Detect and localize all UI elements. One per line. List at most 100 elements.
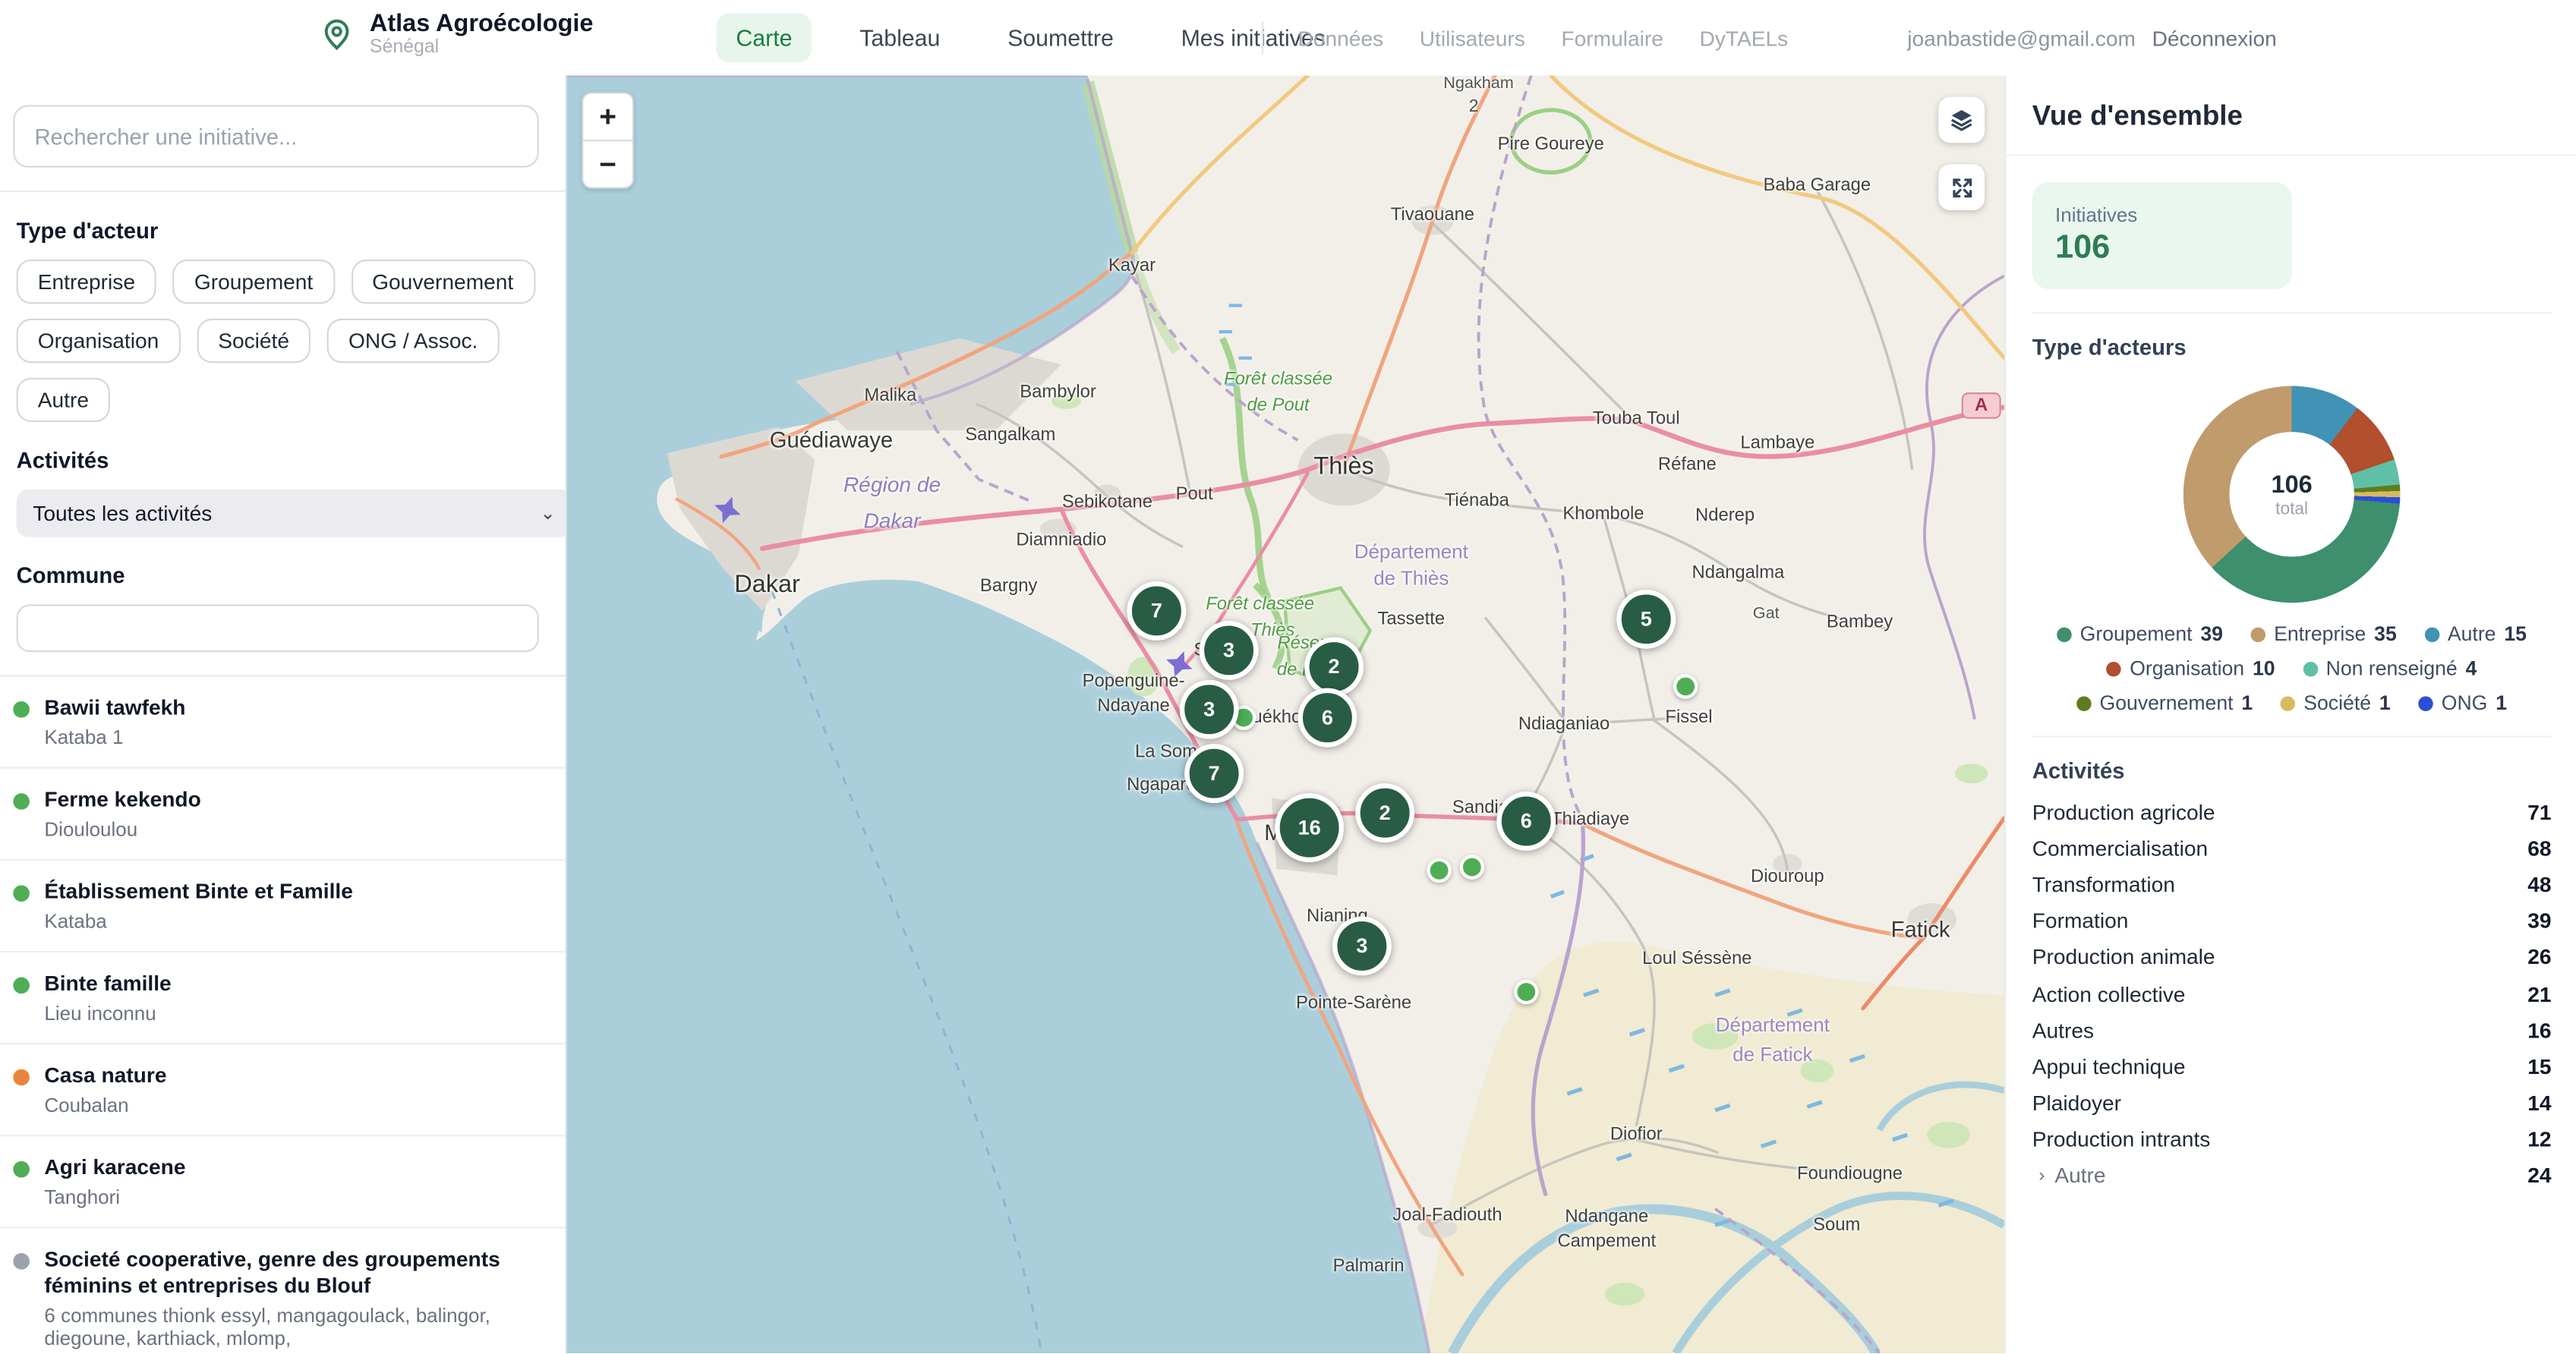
- chevron-down-icon: ⌄: [540, 502, 555, 524]
- activity-label: Formation: [2032, 908, 2129, 933]
- app-subtitle: Sénégal: [370, 38, 594, 59]
- legend-label: Non renseigné: [2326, 657, 2458, 680]
- activity-value: 16: [2527, 1018, 2551, 1042]
- chevron-right-icon: ›: [2038, 1166, 2045, 1186]
- initiative-name: Societé cooperative, genre des groupemen…: [44, 1246, 528, 1299]
- initiative-marker[interactable]: [1514, 980, 1538, 1004]
- activities-label: Activités: [17, 449, 549, 473]
- initiative-marker[interactable]: [1673, 674, 1698, 698]
- legend-item-groupement: Groupement39: [2057, 622, 2223, 645]
- legend-label: ONG: [2442, 691, 2488, 714]
- marker-cluster-3[interactable]: 3: [1332, 916, 1392, 975]
- initiative-list-item[interactable]: Agri karacene Tanghori: [0, 1136, 565, 1228]
- marker-cluster-3[interactable]: 3: [1200, 621, 1259, 680]
- initiative-marker[interactable]: [1427, 858, 1451, 883]
- activity-row: Transformation48: [2032, 866, 2552, 902]
- marker-cluster-6[interactable]: 6: [1496, 792, 1556, 851]
- initiative-name: Bawii tawfekh: [44, 694, 528, 721]
- status-dot-gray: [13, 1253, 30, 1270]
- map-base-layer: [565, 76, 2004, 1354]
- admin-nav: Données Utilisateurs Formulaire DyTAELs: [1297, 27, 1788, 51]
- donut-center: 106 total: [2229, 432, 2354, 556]
- app-logo: Atlas Agroécologie Sénégal: [319, 10, 594, 59]
- user-area: joanbastide@gmail.com Déconnexion: [1907, 27, 2277, 51]
- marker-cluster-6[interactable]: 6: [1297, 688, 1357, 748]
- tab-soumettre[interactable]: Soumettre: [988, 13, 1134, 62]
- legend-value: 35: [2374, 622, 2397, 645]
- marker-cluster-7[interactable]: 7: [1184, 744, 1244, 803]
- map-canvas[interactable]: KayarNgakhamTivaouanePire GoureyeBaba Ga…: [565, 76, 2004, 1354]
- marker-cluster-2[interactable]: 2: [1304, 638, 1364, 697]
- filter-chip-organisation[interactable]: Organisation: [17, 319, 181, 363]
- marker-cluster-7[interactable]: 7: [1127, 581, 1186, 641]
- marker-cluster-2[interactable]: 2: [1355, 783, 1414, 842]
- admin-link-formulaire[interactable]: Formulaire: [1561, 27, 1663, 51]
- initiative-name: Casa nature: [44, 1063, 528, 1089]
- initiative-location: Kataba: [44, 910, 528, 933]
- marker-cluster-5[interactable]: 5: [1616, 590, 1676, 649]
- initiative-list-item[interactable]: Bawii tawfekhKataba 1: [0, 677, 565, 769]
- admin-link-utilisateurs[interactable]: Utilisateurs: [1420, 27, 1525, 51]
- logout-link[interactable]: Déconnexion: [2152, 27, 2277, 51]
- marker-cluster-3[interactable]: 3: [1180, 680, 1239, 739]
- filter-chip-ong-assoc-[interactable]: ONG / Assoc.: [327, 319, 500, 363]
- road-shield-a: A: [1962, 392, 2001, 419]
- activity-value: 39: [2527, 908, 2551, 933]
- status-dot-green: [13, 885, 30, 902]
- zoom-in-button[interactable]: +: [583, 93, 632, 140]
- fullscreen-button[interactable]: [1938, 164, 1985, 210]
- initiative-list-item[interactable]: Societé cooperative, genre des groupemen…: [0, 1229, 565, 1353]
- tab-carte[interactable]: Carte: [716, 13, 812, 62]
- initiatives-card-value: 106: [2055, 230, 2269, 268]
- legend-value: 15: [2504, 622, 2527, 645]
- filter-chip-gouvernement[interactable]: Gouvernement: [351, 260, 534, 304]
- initiative-list-item[interactable]: Ferme kekendoDiouloulou: [0, 769, 565, 861]
- layers-button[interactable]: [1938, 97, 1985, 143]
- initiative-name: Agri karacene: [44, 1154, 528, 1181]
- initiative-location: Tanghori: [44, 1186, 528, 1208]
- legend-dot: [2107, 661, 2121, 675]
- search-input[interactable]: [13, 105, 538, 167]
- commune-input[interactable]: [17, 604, 539, 652]
- tab-tableau[interactable]: Tableau: [840, 13, 960, 62]
- legend-item-non-renseigné: Non renseigné4: [2303, 657, 2477, 680]
- zoom-out-button[interactable]: −: [583, 140, 632, 187]
- activity-row-more[interactable]: ›Autre24: [2032, 1157, 2552, 1194]
- activity-label: Production agricole: [2032, 799, 2215, 823]
- filter-chip-entreprise[interactable]: Entreprise: [17, 260, 156, 304]
- admin-link-dytaels[interactable]: DyTAELs: [1699, 27, 1788, 51]
- status-dot-green: [13, 701, 30, 718]
- legend-dot: [2076, 695, 2091, 710]
- initiative-list-item[interactable]: Casa nature Coubalan: [0, 1044, 565, 1136]
- initiative-location: Coubalan: [44, 1094, 528, 1116]
- activity-value: 12: [2527, 1127, 2551, 1151]
- initiative-list-item[interactable]: Établissement Binte et FamilleKataba: [0, 861, 565, 953]
- status-dot-green: [13, 978, 30, 994]
- initiative-marker[interactable]: [1460, 855, 1484, 879]
- initiative-list-item[interactable]: Binte familleLieu inconnu: [0, 953, 565, 1044]
- activity-row: Appui technique15: [2032, 1048, 2552, 1085]
- admin-link-données[interactable]: Données: [1297, 27, 1383, 51]
- main-nav: CarteTableauSoumettreMes initiatives: [716, 11, 1345, 64]
- legend-label: Société: [2303, 691, 2371, 714]
- activity-row: Production intrants12: [2032, 1121, 2552, 1157]
- activity-value: 48: [2527, 872, 2551, 896]
- legend-label: Entreprise: [2274, 622, 2366, 645]
- map-pin-icon: [319, 17, 355, 53]
- initiative-location: Diouloulou: [44, 818, 528, 841]
- activity-label: Commercialisation: [2032, 836, 2208, 860]
- legend-item-ong: ONG1: [2418, 691, 2507, 714]
- activities-select[interactable]: Toutes les activités ⌄: [17, 490, 567, 537]
- filter-chip-soci-t-[interactable]: Société: [197, 319, 311, 363]
- app-header: Atlas Agroécologie Sénégal Carte Tableau S…: [0, 0, 2576, 76]
- actor-type-label: Type d'acteur: [17, 219, 549, 243]
- marker-cluster-16[interactable]: 16: [1275, 793, 1344, 862]
- activity-row: Production agricole71: [2032, 793, 2552, 830]
- legend-item-entreprise: Entreprise 35: [2251, 622, 2397, 645]
- initiative-list: Bawii tawfekhKataba 1Ferme kekendoDioulo…: [0, 675, 565, 1353]
- initiative-location: Lieu inconnu: [44, 1002, 528, 1025]
- sidebar: Type d'acteur Entreprise Groupement Gouver…: [0, 76, 567, 1354]
- filter-chip-autre[interactable]: Autre: [17, 378, 111, 422]
- activity-more-label: Autre: [2054, 1163, 2105, 1188]
- filter-chip-groupement[interactable]: Groupement: [173, 260, 335, 304]
